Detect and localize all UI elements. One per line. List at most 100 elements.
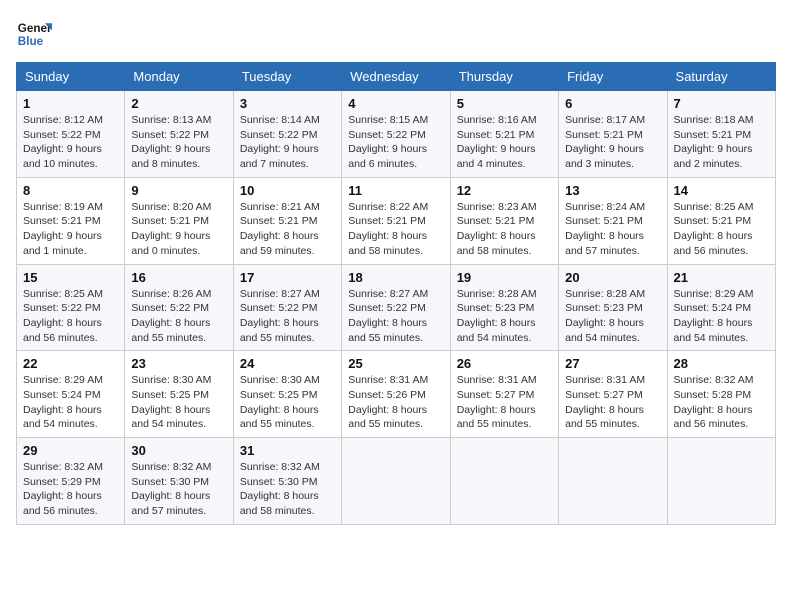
day-number: 2 — [131, 96, 226, 111]
calendar-header-row: SundayMondayTuesdayWednesdayThursdayFrid… — [17, 63, 776, 91]
calendar-cell: 19 Sunrise: 8:28 AM Sunset: 5:23 PM Dayli… — [450, 264, 558, 351]
calendar-cell: 4 Sunrise: 8:15 AM Sunset: 5:22 PM Daylig… — [342, 91, 450, 178]
calendar-table: SundayMondayTuesdayWednesdayThursdayFrid… — [16, 62, 776, 525]
day-info: Sunrise: 8:28 AM Sunset: 5:23 PM Dayligh… — [457, 287, 552, 346]
day-number: 16 — [131, 270, 226, 285]
calendar-week-row: 15Sunrise: 8:25 AM Sunset: 5:22 PM Dayli… — [17, 264, 776, 351]
calendar-cell: 16 Sunrise: 8:26 AM Sunset: 5:22 PM Dayli… — [125, 264, 233, 351]
day-number: 28 — [674, 356, 769, 371]
day-number: 23 — [131, 356, 226, 371]
day-info: Sunrise: 8:28 AM Sunset: 5:23 PM Dayligh… — [565, 287, 660, 346]
day-number: 10 — [240, 183, 335, 198]
day-info: Sunrise: 8:32 AM Sunset: 5:30 PM Dayligh… — [240, 460, 335, 519]
calendar-cell: 6 Sunrise: 8:17 AM Sunset: 5:21 PM Daylig… — [559, 91, 667, 178]
day-info: Sunrise: 8:20 AM Sunset: 5:21 PM Dayligh… — [131, 200, 226, 259]
day-number: 29 — [23, 443, 118, 458]
day-info: Sunrise: 8:32 AM Sunset: 5:29 PM Dayligh… — [23, 460, 118, 519]
weekday-header: Friday — [559, 63, 667, 91]
calendar-cell: 11 Sunrise: 8:22 AM Sunset: 5:21 PM Dayli… — [342, 177, 450, 264]
day-info: Sunrise: 8:19 AM Sunset: 5:21 PM Dayligh… — [23, 200, 118, 259]
day-number: 1 — [23, 96, 118, 111]
page-header: General Blue — [16, 16, 776, 52]
day-info: Sunrise: 8:14 AM Sunset: 5:22 PM Dayligh… — [240, 113, 335, 172]
weekday-header: Wednesday — [342, 63, 450, 91]
calendar-cell: 13 Sunrise: 8:24 AM Sunset: 5:21 PM Dayli… — [559, 177, 667, 264]
day-info: Sunrise: 8:32 AM Sunset: 5:30 PM Dayligh… — [131, 460, 226, 519]
day-info: Sunrise: 8:22 AM Sunset: 5:21 PM Dayligh… — [348, 200, 443, 259]
calendar-cell: 22 Sunrise: 8:29 AM Sunset: 5:24 PM Dayli… — [17, 351, 125, 438]
calendar-cell — [342, 438, 450, 525]
calendar-cell: 15Sunrise: 8:25 AM Sunset: 5:22 PM Dayli… — [17, 264, 125, 351]
day-number: 17 — [240, 270, 335, 285]
calendar-cell: 7 Sunrise: 8:18 AM Sunset: 5:21 PM Daylig… — [667, 91, 775, 178]
day-info: Sunrise: 8:29 AM Sunset: 5:24 PM Dayligh… — [23, 373, 118, 432]
day-number: 18 — [348, 270, 443, 285]
calendar-cell: 8 Sunrise: 8:19 AM Sunset: 5:21 PM Daylig… — [17, 177, 125, 264]
day-number: 7 — [674, 96, 769, 111]
day-number: 3 — [240, 96, 335, 111]
calendar-cell: 5 Sunrise: 8:16 AM Sunset: 5:21 PM Daylig… — [450, 91, 558, 178]
day-info: Sunrise: 8:24 AM Sunset: 5:21 PM Dayligh… — [565, 200, 660, 259]
day-number: 20 — [565, 270, 660, 285]
calendar-cell: 12Sunrise: 8:23 AM Sunset: 5:21 PM Dayli… — [450, 177, 558, 264]
day-info: Sunrise: 8:32 AM Sunset: 5:28 PM Dayligh… — [674, 373, 769, 432]
day-info: Sunrise: 8:15 AM Sunset: 5:22 PM Dayligh… — [348, 113, 443, 172]
calendar-cell: 23Sunrise: 8:30 AM Sunset: 5:25 PM Dayli… — [125, 351, 233, 438]
calendar-cell: 26 Sunrise: 8:31 AM Sunset: 5:27 PM Dayli… — [450, 351, 558, 438]
day-number: 13 — [565, 183, 660, 198]
day-number: 14 — [674, 183, 769, 198]
day-info: Sunrise: 8:23 AM Sunset: 5:21 PM Dayligh… — [457, 200, 552, 259]
calendar-cell: 9 Sunrise: 8:20 AM Sunset: 5:21 PM Daylig… — [125, 177, 233, 264]
day-number: 8 — [23, 183, 118, 198]
day-number: 30 — [131, 443, 226, 458]
calendar-cell: 24 Sunrise: 8:30 AM Sunset: 5:25 PM Dayli… — [233, 351, 341, 438]
weekday-header: Saturday — [667, 63, 775, 91]
day-number: 11 — [348, 183, 443, 198]
day-number: 4 — [348, 96, 443, 111]
day-info: Sunrise: 8:17 AM Sunset: 5:21 PM Dayligh… — [565, 113, 660, 172]
day-number: 21 — [674, 270, 769, 285]
calendar-cell — [667, 438, 775, 525]
calendar-cell: 21 Sunrise: 8:29 AM Sunset: 5:24 PM Dayli… — [667, 264, 775, 351]
calendar-cell: 18 Sunrise: 8:27 AM Sunset: 5:22 PM Dayli… — [342, 264, 450, 351]
day-number: 27 — [565, 356, 660, 371]
day-number: 5 — [457, 96, 552, 111]
day-number: 31 — [240, 443, 335, 458]
day-number: 22 — [23, 356, 118, 371]
day-number: 19 — [457, 270, 552, 285]
day-number: 26 — [457, 356, 552, 371]
day-number: 6 — [565, 96, 660, 111]
day-info: Sunrise: 8:31 AM Sunset: 5:27 PM Dayligh… — [457, 373, 552, 432]
day-info: Sunrise: 8:26 AM Sunset: 5:22 PM Dayligh… — [131, 287, 226, 346]
day-info: Sunrise: 8:30 AM Sunset: 5:25 PM Dayligh… — [240, 373, 335, 432]
calendar-cell: 30 Sunrise: 8:32 AM Sunset: 5:30 PM Dayli… — [125, 438, 233, 525]
calendar-cell: 27 Sunrise: 8:31 AM Sunset: 5:27 PM Dayli… — [559, 351, 667, 438]
weekday-header: Thursday — [450, 63, 558, 91]
calendar-cell — [450, 438, 558, 525]
calendar-cell: 2Sunrise: 8:13 AM Sunset: 5:22 PM Daylig… — [125, 91, 233, 178]
logo: General Blue — [16, 16, 58, 52]
calendar-cell: 1Sunrise: 8:12 AM Sunset: 5:22 PM Daylig… — [17, 91, 125, 178]
day-number: 25 — [348, 356, 443, 371]
calendar-cell: 10Sunrise: 8:21 AM Sunset: 5:21 PM Dayli… — [233, 177, 341, 264]
weekday-header: Sunday — [17, 63, 125, 91]
day-info: Sunrise: 8:27 AM Sunset: 5:22 PM Dayligh… — [348, 287, 443, 346]
calendar-week-row: 1Sunrise: 8:12 AM Sunset: 5:22 PM Daylig… — [17, 91, 776, 178]
day-number: 24 — [240, 356, 335, 371]
logo-icon: General Blue — [16, 16, 52, 52]
calendar-cell: 25Sunrise: 8:31 AM Sunset: 5:26 PM Dayli… — [342, 351, 450, 438]
day-info: Sunrise: 8:29 AM Sunset: 5:24 PM Dayligh… — [674, 287, 769, 346]
calendar-week-row: 22 Sunrise: 8:29 AM Sunset: 5:24 PM Dayli… — [17, 351, 776, 438]
calendar-cell: 31 Sunrise: 8:32 AM Sunset: 5:30 PM Dayli… — [233, 438, 341, 525]
calendar-week-row: 8 Sunrise: 8:19 AM Sunset: 5:21 PM Daylig… — [17, 177, 776, 264]
day-info: Sunrise: 8:18 AM Sunset: 5:21 PM Dayligh… — [674, 113, 769, 172]
day-number: 15 — [23, 270, 118, 285]
calendar-cell: 20 Sunrise: 8:28 AM Sunset: 5:23 PM Dayli… — [559, 264, 667, 351]
calendar-cell: 14Sunrise: 8:25 AM Sunset: 5:21 PM Dayli… — [667, 177, 775, 264]
calendar-week-row: 29 Sunrise: 8:32 AM Sunset: 5:29 PM Dayli… — [17, 438, 776, 525]
day-info: Sunrise: 8:16 AM Sunset: 5:21 PM Dayligh… — [457, 113, 552, 172]
weekday-header: Monday — [125, 63, 233, 91]
day-info: Sunrise: 8:27 AM Sunset: 5:22 PM Dayligh… — [240, 287, 335, 346]
day-info: Sunrise: 8:31 AM Sunset: 5:27 PM Dayligh… — [565, 373, 660, 432]
day-number: 9 — [131, 183, 226, 198]
